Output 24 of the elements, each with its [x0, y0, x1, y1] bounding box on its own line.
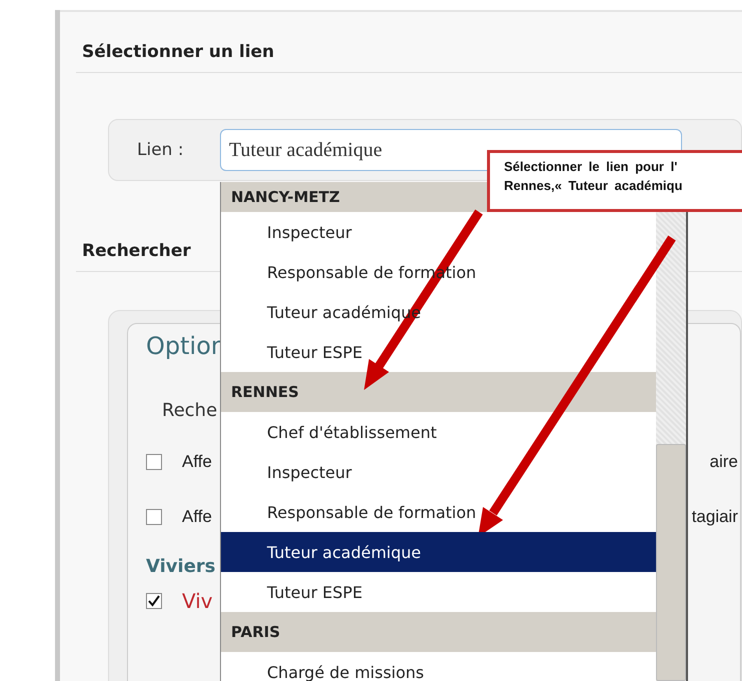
dropdown-option[interactable]: Tuteur académique — [221, 532, 656, 572]
section-title: Sélectionner un lien — [82, 41, 276, 64]
field-label: Lien : — [137, 140, 185, 160]
dropdown-option[interactable]: Inspecteur — [221, 212, 656, 252]
viviers-title: Viviers — [146, 556, 216, 577]
checkbox[interactable] — [146, 593, 162, 609]
checkbox-label: tagiair — [692, 507, 738, 527]
dropdown-option[interactable]: Tuteur ESPE — [221, 572, 656, 612]
group-header: PARIS — [221, 612, 656, 652]
checkbox[interactable] — [146, 454, 162, 470]
dropdown-option[interactable]: Tuteur ESPE — [221, 332, 656, 372]
dropdown-option[interactable]: Chargé de missions — [221, 652, 656, 681]
section-title: Rechercher — [82, 241, 192, 263]
dropdown-option[interactable]: Chef d'établissement — [221, 412, 656, 452]
group-header: RENNES — [221, 372, 656, 412]
dropdown-option[interactable]: Responsable de formation — [221, 492, 656, 532]
checkbox[interactable] — [146, 509, 162, 525]
checkbox-label: Viv — [182, 589, 213, 613]
callout-text: Sélectionner le lien pour l' — [504, 159, 678, 174]
checkbox-label: Affe — [182, 452, 212, 472]
search-label: Reche — [162, 400, 218, 421]
checkbox-label: aire — [710, 452, 738, 472]
checkbox-label: Affe — [182, 507, 212, 527]
dropdown-option[interactable]: Inspecteur — [221, 452, 656, 492]
